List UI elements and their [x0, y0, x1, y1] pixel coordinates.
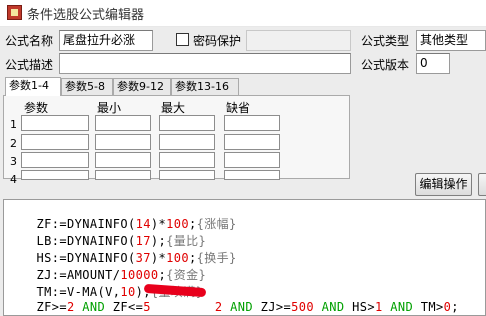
param-1-max[interactable]	[159, 115, 215, 131]
password-label: 密码保护	[193, 34, 242, 48]
formula-desc-input[interactable]	[59, 53, 351, 74]
param-2-min[interactable]	[95, 134, 151, 150]
param-2-max[interactable]	[159, 134, 215, 150]
param-3-default[interactable]	[224, 152, 280, 168]
param-1-min[interactable]	[95, 115, 151, 131]
param-4-min[interactable]	[95, 170, 151, 180]
param-1-name[interactable]	[21, 115, 89, 131]
tab-params-9-12[interactable]: 参数9-12	[113, 78, 171, 96]
param-header-max: 最大	[161, 101, 186, 115]
param-3-min[interactable]	[95, 152, 151, 168]
formula-name-input[interactable]: 尾盘拉升必涨	[59, 30, 153, 51]
formula-code-editor[interactable]: ZF:=DYNAINFO(14)*100;{涨幅} LB:=DYNAINFO(1…	[3, 199, 486, 316]
param-row-number: 4	[10, 173, 17, 186]
app-icon	[7, 5, 22, 20]
code-line: ZF>=2 AND ZF<=5 2 AND ZJ>=500 AND HS>1 AN…	[36, 300, 459, 314]
param-4-name[interactable]	[21, 170, 89, 180]
param-row-number: 2	[10, 137, 17, 150]
param-header-min: 最小	[97, 101, 122, 115]
formula-version-label: 公式版本	[361, 58, 410, 72]
password-input[interactable]	[246, 30, 351, 51]
param-4-default[interactable]	[224, 170, 280, 180]
tab-params-1-4[interactable]: 参数1-4	[5, 77, 61, 96]
password-checkbox[interactable]	[176, 33, 189, 46]
param-2-default[interactable]	[224, 134, 280, 150]
formula-type-label: 公式类型	[361, 34, 410, 48]
formula-type-select[interactable]: 其他类型	[416, 30, 486, 51]
edit-operations-button[interactable]: 编辑操作	[415, 173, 472, 196]
formula-version-input[interactable]: 0	[416, 53, 450, 74]
param-2-name[interactable]	[21, 134, 89, 150]
formula-desc-label: 公式描述	[5, 58, 54, 72]
formula-name-label: 公式名称	[5, 34, 54, 48]
window-title: 条件选股公式编辑器	[27, 8, 145, 23]
tab-params-5-8[interactable]: 参数5-8	[61, 78, 113, 96]
param-row-number: 1	[10, 118, 17, 131]
param-header-name: 参数	[24, 101, 49, 115]
param-3-max[interactable]	[159, 152, 215, 168]
param-4-max[interactable]	[159, 170, 215, 180]
param-1-default[interactable]	[224, 115, 280, 131]
title-bar: 条件选股公式编辑器	[0, 0, 486, 27]
param-3-name[interactable]	[21, 152, 89, 168]
param-row-number: 3	[10, 155, 17, 168]
param-header-default: 缺省	[226, 101, 251, 115]
partial-button[interactable]	[478, 173, 486, 196]
tab-params-13-16[interactable]: 参数13-16	[171, 78, 239, 96]
